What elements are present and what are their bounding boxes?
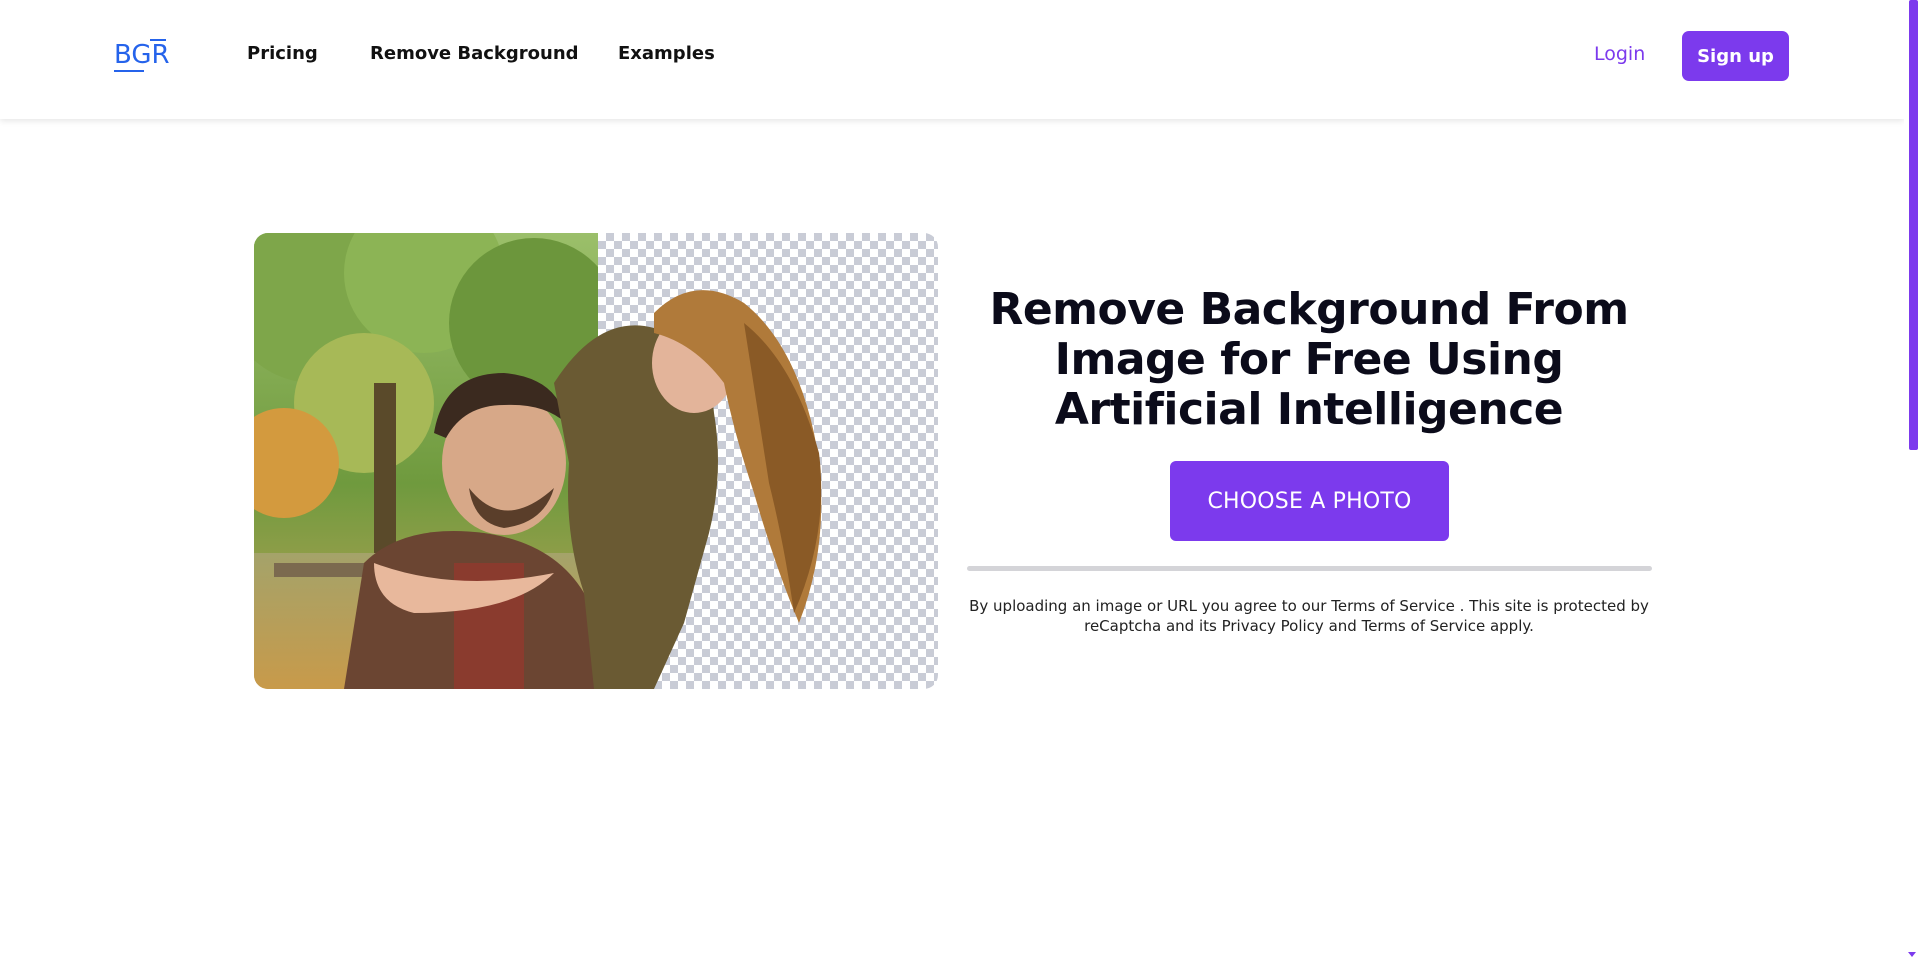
nav-pricing[interactable]: Pricing bbox=[247, 42, 318, 66]
svg-text:BGR: BGR bbox=[114, 40, 170, 70]
legal-notice: By uploading an image or URL you agree t… bbox=[966, 596, 1652, 636]
nav-examples[interactable]: Examples bbox=[618, 42, 715, 66]
scroll-down-arrow-icon[interactable] bbox=[1908, 952, 1916, 957]
scrollbar-thumb[interactable] bbox=[1909, 0, 1918, 450]
privacy-policy-link[interactable]: Privacy Policy bbox=[1222, 617, 1324, 635]
signup-button[interactable]: Sign up bbox=[1682, 31, 1789, 81]
choose-photo-button[interactable]: CHOOSE A PHOTO bbox=[1170, 461, 1449, 541]
before-after-photo-icon bbox=[254, 233, 938, 689]
hero-text-block: Remove Background From Image for Free Us… bbox=[966, 285, 1652, 435]
upload-progress-track bbox=[967, 566, 1652, 571]
nav-remove-background[interactable]: Remove Background bbox=[370, 42, 579, 66]
logo[interactable]: BGR bbox=[114, 36, 170, 74]
legal-text-part4: apply. bbox=[1485, 617, 1534, 635]
page-scrollbar[interactable] bbox=[1904, 0, 1918, 963]
hero-title: Remove Background From Image for Free Us… bbox=[989, 284, 1629, 435]
terms-of-service-link-2[interactable]: Terms of Service bbox=[1362, 617, 1486, 635]
hero-before-after-image bbox=[254, 233, 938, 689]
legal-text-part1: By uploading an image or URL you agree t… bbox=[969, 597, 1332, 615]
login-link[interactable]: Login bbox=[1594, 42, 1645, 66]
site-header: BGR Pricing Remove Background Examples L… bbox=[0, 0, 1904, 119]
terms-of-service-link[interactable]: Terms of Service bbox=[1331, 597, 1455, 615]
legal-text-part3: and bbox=[1323, 617, 1362, 635]
page: BGR Pricing Remove Background Examples L… bbox=[0, 0, 1904, 963]
bgr-logo-icon: BGR bbox=[114, 39, 170, 72]
